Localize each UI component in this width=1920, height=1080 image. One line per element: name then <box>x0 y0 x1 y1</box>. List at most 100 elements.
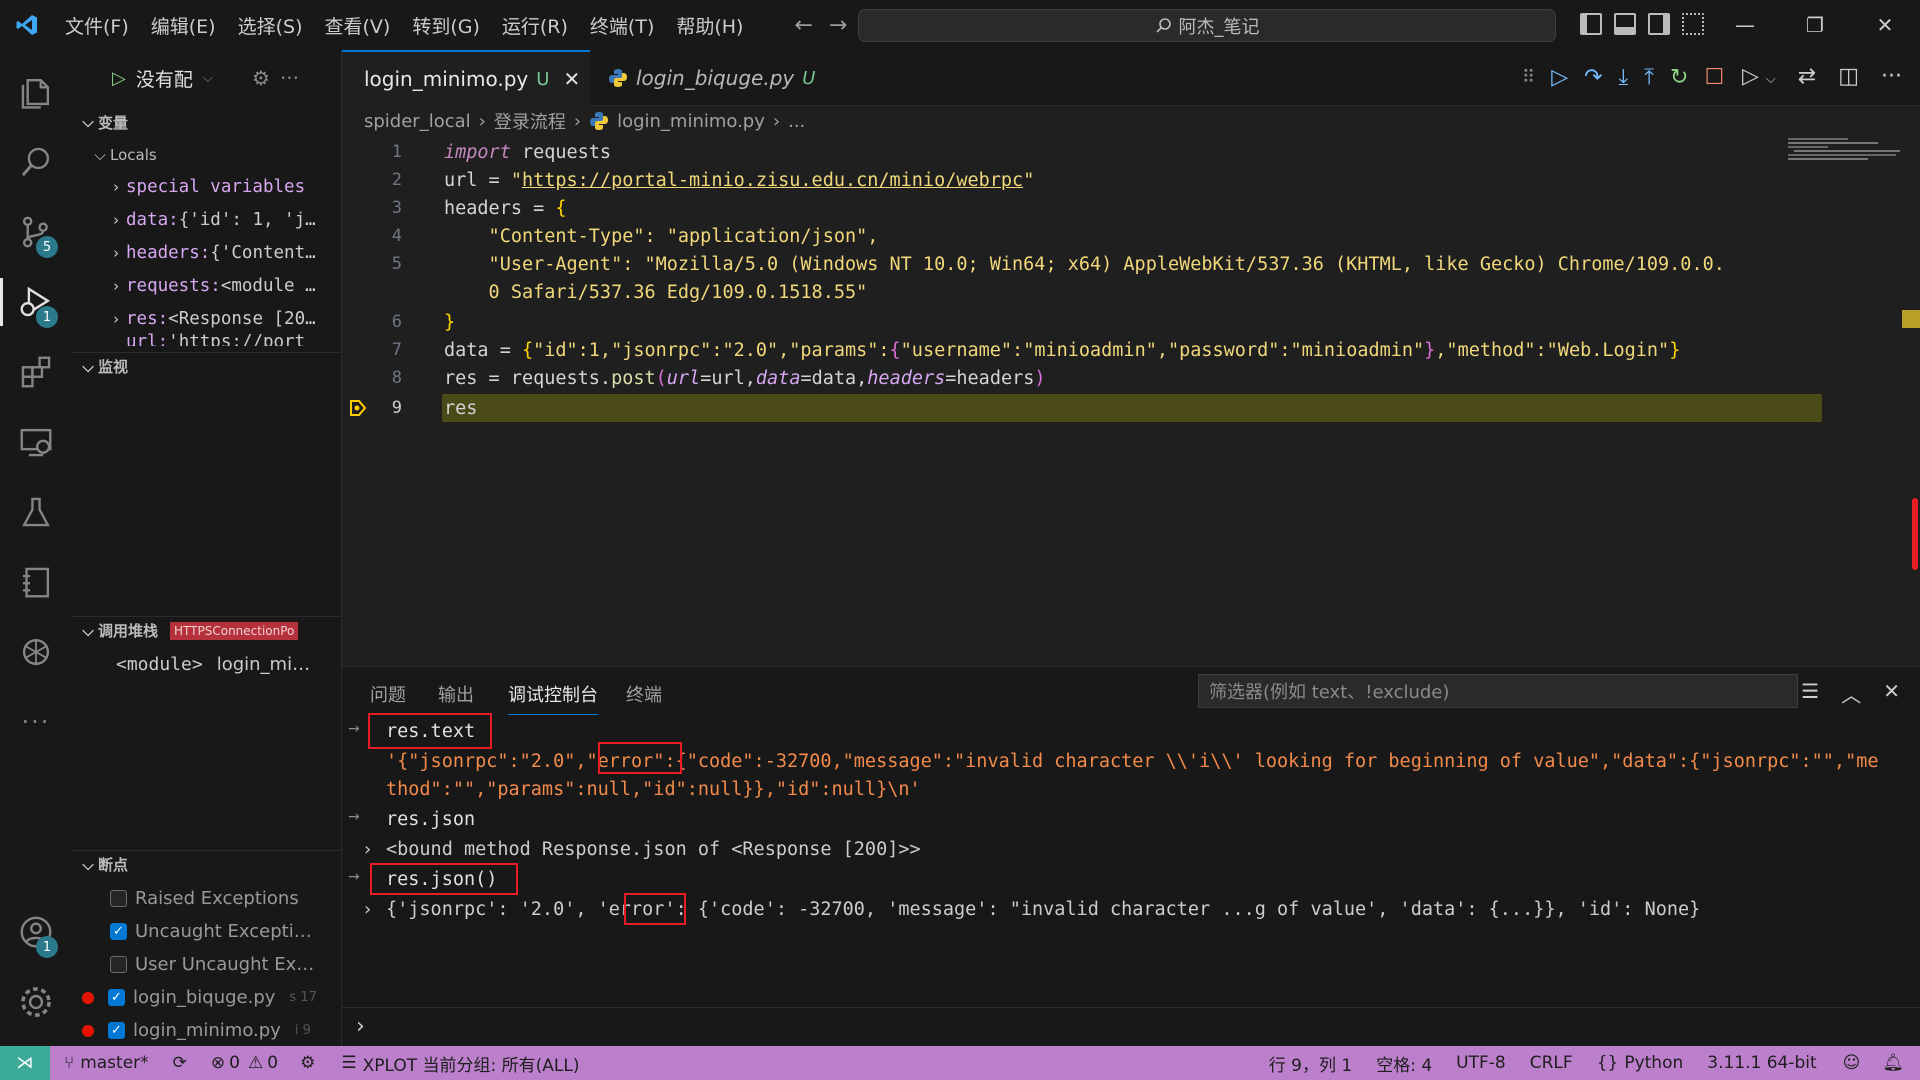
settings-gear-icon[interactable] <box>0 970 72 1034</box>
checkbox-checked[interactable]: ✓ <box>110 923 127 940</box>
split-editor-icon[interactable]: ◫ <box>1838 64 1859 89</box>
run-debug-icon[interactable]: 1 <box>0 270 72 334</box>
restart-icon[interactable]: ↻ <box>1670 65 1688 90</box>
back-arrow-icon[interactable]: ← <box>794 13 812 38</box>
tab-problems[interactable]: 问题 <box>370 681 406 715</box>
start-debug-icon[interactable]: ▷ <box>112 68 126 89</box>
more-actions-icon[interactable]: ··· <box>280 66 299 90</box>
errors-icon[interactable]: ⊗ <box>211 1053 225 1073</box>
menu-selection[interactable]: 选择(S) <box>227 12 314 39</box>
python-interpreter[interactable]: 3.11.1 64-bit <box>1707 1053 1816 1073</box>
variable-row[interactable]: › res: <Response [20… <box>72 302 342 335</box>
menu-run[interactable]: 运行(R) <box>491 12 579 39</box>
cursor-position[interactable]: 行 9，列 1 <box>1269 1051 1352 1076</box>
checkbox-checked[interactable]: ✓ <box>108 989 125 1006</box>
branch-name[interactable]: master* <box>80 1053 148 1073</box>
error-count[interactable]: 0 <box>229 1053 240 1073</box>
notebook-icon[interactable] <box>0 550 72 614</box>
remote-indicator-icon[interactable]: ⋊ <box>0 1046 50 1080</box>
debug-launch-icon[interactable]: ⚙ <box>300 1053 315 1073</box>
close-panel-icon[interactable]: ✕ <box>1883 679 1900 708</box>
menu-go[interactable]: 转到(G) <box>401 12 491 39</box>
close-tab-icon[interactable]: ✕ <box>563 67 580 91</box>
close-window-icon[interactable]: ✕ <box>1850 0 1920 50</box>
run-file-icon[interactable]: ▷ ⌵ <box>1742 64 1776 89</box>
console-repl-input[interactable]: › <box>342 1007 1920 1047</box>
branch-icon[interactable]: ⑂ <box>64 1053 74 1073</box>
remote-explorer-icon[interactable] <box>0 410 72 474</box>
gear-icon[interactable]: ⚙ <box>252 66 270 90</box>
breakpoints-section-header[interactable]: ⌵ 断点 <box>72 850 342 878</box>
chevron-right-icon[interactable]: › <box>364 899 371 920</box>
explorer-icon[interactable] <box>0 60 72 124</box>
tab-login-minimo[interactable]: login_minimo.py U ✕ <box>342 50 590 106</box>
tab-terminal[interactable]: 终端 <box>626 681 662 715</box>
console-object-line[interactable]: {'jsonrpc': '2.0', 'error': {'code': -32… <box>386 895 1700 923</box>
breakpoint-user-uncaught[interactable]: User Uncaught Ex… <box>72 948 342 981</box>
breakpoint-login-biquge[interactable]: ✓ login_biquge.py s 17 <box>72 981 342 1014</box>
step-out-icon[interactable]: ⤒ <box>1644 65 1654 90</box>
more-views-icon[interactable]: ··· <box>0 690 72 754</box>
breakpoint-login-minimo[interactable]: ✓ login_minimo.py i 9 <box>72 1014 342 1047</box>
warning-icon[interactable]: ⚠ <box>248 1053 263 1073</box>
tab-login-biquge[interactable]: login_biquge.py U <box>594 50 829 106</box>
callstack-frame[interactable]: <module> login_mi… <box>72 648 342 681</box>
breadcrumb-item[interactable]: spider_local <box>364 111 471 132</box>
variable-row[interactable]: › requests: <module … <box>72 269 342 302</box>
notifications-bell-icon[interactable]: 🔔︎ <box>1882 1053 1904 1073</box>
menu-help[interactable]: 帮助(H) <box>665 12 754 39</box>
run-config-select[interactable]: ▷ 没有配 ⌵ <box>112 63 242 93</box>
minimap[interactable] <box>1788 138 1900 160</box>
customize-layout-icon[interactable] <box>1682 13 1704 35</box>
openai-chat-icon[interactable] <box>0 620 72 684</box>
language-mode[interactable]: Python <box>1624 1053 1683 1073</box>
toggle-panel-icon[interactable] <box>1614 13 1636 35</box>
breakpoint-raised-exceptions[interactable]: Raised Exceptions <box>72 882 342 915</box>
breadcrumb-item[interactable]: ... <box>788 111 805 132</box>
menu-edit[interactable]: 编辑(E) <box>140 12 227 39</box>
testing-flask-icon[interactable] <box>0 480 72 544</box>
restore-icon[interactable]: ❐ <box>1780 0 1850 50</box>
variable-row-clipped[interactable]: url: 'https://port <box>72 332 342 346</box>
minimize-icon[interactable]: — <box>1710 0 1780 50</box>
forward-arrow-icon[interactable]: → <box>829 13 847 38</box>
breakpoint-uncaught-exceptions[interactable]: ✓ Uncaught Excepti… <box>72 915 342 948</box>
command-center-search[interactable]: 阿杰_笔记 <box>858 9 1556 42</box>
indentation[interactable]: 空格: 4 <box>1376 1051 1432 1076</box>
feedback-icon[interactable]: ☺ <box>1843 1053 1861 1073</box>
menu-view[interactable]: 查看(V) <box>314 12 402 39</box>
tab-debug-console[interactable]: 调试控制台 <box>508 681 598 715</box>
account-icon[interactable]: 1 <box>0 900 72 964</box>
callstack-section-header[interactable]: ⌵ 调用堆栈 HTTPSConnectionPo <box>72 616 342 644</box>
breadcrumb-item[interactable]: 登录流程 <box>494 108 566 134</box>
breadcrumb-item[interactable]: login_minimo.py <box>617 111 765 132</box>
checkbox-checked[interactable]: ✓ <box>108 1022 125 1039</box>
chevron-right-icon[interactable]: › <box>364 839 371 860</box>
toggle-secondary-sidebar-icon[interactable] <box>1648 13 1670 35</box>
console-filter-input[interactable]: 筛选器(例如 text、!exclude) <box>1198 674 1798 708</box>
more-actions-icon[interactable]: ··· <box>1881 64 1902 89</box>
checkbox[interactable] <box>110 890 127 907</box>
step-into-icon[interactable]: ⤓ <box>1619 65 1629 90</box>
maximize-panel-icon[interactable]: ︿ <box>1841 679 1861 708</box>
menu-file[interactable]: 文件(F) <box>54 12 140 39</box>
clear-console-icon[interactable]: ☰ <box>1801 679 1819 708</box>
encoding[interactable]: UTF-8 <box>1456 1053 1506 1073</box>
variable-row[interactable]: › special variables <box>72 170 342 203</box>
stop-icon[interactable]: ☐ <box>1704 65 1724 90</box>
drag-handle-icon[interactable]: ⠿ <box>1522 67 1535 88</box>
extensions-icon[interactable] <box>0 340 72 404</box>
console-object-line[interactable]: <bound method Response.json of <Response… <box>386 835 921 863</box>
sync-icon[interactable]: ⟳ <box>173 1053 187 1073</box>
checkbox[interactable] <box>110 956 127 973</box>
variable-row[interactable]: › data: {'id': 1, 'j… <box>72 203 342 236</box>
xplot-group[interactable]: XPLOT 当前分组: 所有(ALL) <box>363 1051 580 1076</box>
code-url-link[interactable]: https://portal-minio.zisu.edu.cn/minio/w… <box>522 170 1023 191</box>
line-ending[interactable]: CRLF <box>1530 1053 1573 1073</box>
compare-changes-icon[interactable]: ⇄ <box>1798 64 1816 89</box>
continue-icon[interactable]: ▷ <box>1551 65 1568 90</box>
menu-terminal[interactable]: 终端(T) <box>579 12 665 39</box>
search-view-icon[interactable] <box>0 130 72 194</box>
variable-row[interactable]: › headers: {'Content… <box>72 236 342 269</box>
scrollbar-thumb[interactable] <box>1912 498 1918 570</box>
